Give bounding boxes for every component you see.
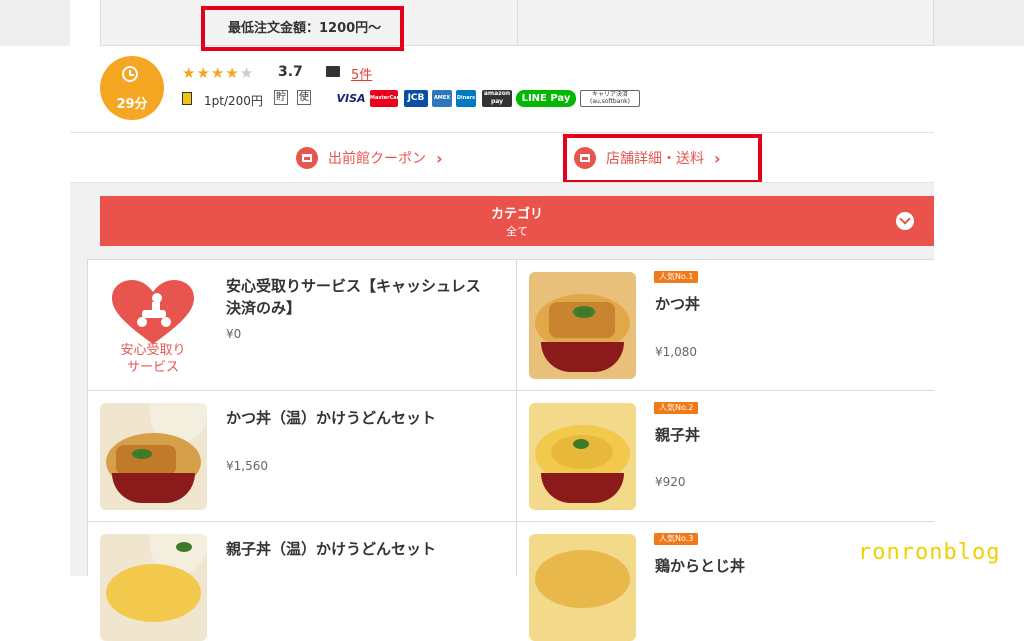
oyakodon-udon-set-image[interactable] — [100, 534, 207, 641]
star-empty-icon: ★ — [239, 64, 255, 82]
service-image-label-line2: サービス — [126, 360, 179, 375]
menu-item-price: ¥0 — [226, 327, 242, 341]
menu-item-price: ¥920 — [655, 475, 686, 489]
amazon-pay-icon: amazon pay — [482, 90, 512, 107]
popularity-rank-badge: 人気No.2 — [654, 402, 699, 414]
diners-icon: Diners — [456, 90, 476, 107]
clock-icon — [122, 66, 138, 82]
menu-item-name[interactable]: かつ丼 — [655, 293, 700, 315]
amex-icon: AMEX — [432, 90, 452, 107]
grid-divider — [516, 259, 517, 576]
star-icon: ★ — [182, 64, 197, 82]
popularity-rank-badge: 人気No.1 — [654, 271, 699, 283]
grid-divider — [87, 390, 934, 391]
menu-item-price: ¥1,080 — [655, 345, 697, 359]
category-selected: 全て — [506, 225, 528, 238]
menu-item-name-line1: 安心受取りサービス【キャッシュレス — [226, 277, 481, 295]
tpoint-icon — [182, 92, 192, 105]
category-selector[interactable]: カテゴリ 全て — [100, 196, 934, 246]
service-image-label: 安心受取り サービス — [108, 342, 198, 376]
highlight-box-min-order — [201, 6, 404, 51]
coupon-icon — [296, 147, 318, 169]
rating-stars: ★★★★★ — [182, 64, 254, 82]
point-save-badge: 貯 — [274, 90, 288, 105]
menu-item-price: ¥1,560 — [226, 459, 268, 473]
menu-item-name[interactable]: 親子丼（温）かけうどんセット — [226, 538, 436, 560]
watermark: ronronblog — [858, 540, 1001, 565]
chevron-right-icon: › — [436, 148, 443, 168]
coupon-link[interactable]: 出前館クーポン › — [296, 146, 443, 170]
point-use-badge: 使 — [297, 90, 311, 105]
category-title: カテゴリ — [490, 207, 543, 222]
carrier-payment-icon: キャリア決済 (au,softbank) — [580, 90, 640, 107]
visa-icon: VISA — [336, 92, 366, 105]
highlight-box-shop-details — [563, 134, 762, 184]
service-image-label-line1: 安心受取り — [120, 343, 186, 358]
katsudon-image[interactable] — [529, 272, 636, 379]
top-band-left — [0, 0, 70, 46]
menu-item-name-line2: 決済のみ】 — [226, 299, 302, 317]
rating-value: 3.7 — [278, 64, 303, 80]
grid-divider — [87, 521, 934, 522]
oyakodon-image[interactable] — [529, 403, 636, 510]
heart-scooter-icon — [112, 280, 194, 344]
delivery-time-badge: 29分 — [100, 56, 164, 120]
menu-item-name[interactable]: 鶏からとじ丼 — [655, 555, 745, 577]
point-rate: 1pt/200円 — [204, 94, 263, 108]
menu-item-name[interactable]: かつ丼（温）かけうどんセット — [226, 407, 436, 429]
review-count-link[interactable]: 5件 — [351, 64, 372, 83]
star-icon: ★ — [210, 64, 226, 82]
comment-icon — [326, 66, 340, 77]
mastercard-icon: MasterCard — [370, 90, 403, 107]
katsudon-udon-set-image[interactable] — [100, 403, 207, 510]
line-pay-icon: LINE Pay — [516, 90, 576, 107]
popularity-rank-badge: 人気No.3 — [654, 533, 699, 545]
menu-grid — [87, 259, 934, 576]
top-band-right — [934, 0, 1024, 46]
torikara-tojidon-image[interactable] — [529, 534, 636, 641]
coupon-link-label: 出前館クーポン — [328, 151, 426, 167]
chevron-down-icon — [896, 212, 914, 230]
star-icon: ★ — [196, 64, 211, 82]
star-icon: ★ — [225, 64, 240, 82]
delivery-time: 29分 — [116, 97, 148, 112]
menu-item-name[interactable]: 安心受取りサービス【キャッシュレス 決済のみ】 — [226, 275, 506, 319]
jcb-icon: JCB — [404, 90, 428, 107]
empty-cell — [516, 0, 934, 46]
divider — [70, 132, 934, 133]
menu-item-name[interactable]: 親子丼 — [655, 424, 700, 446]
